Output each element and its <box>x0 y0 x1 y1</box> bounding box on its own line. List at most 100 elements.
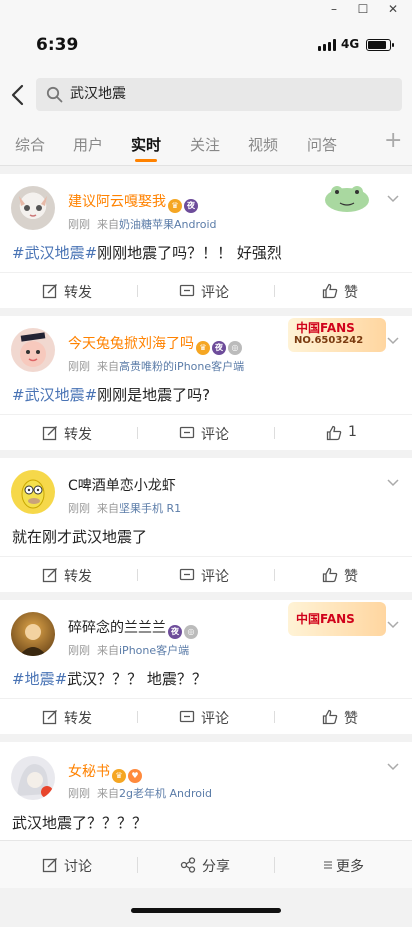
post-meta: 刚刚 来自坚果手机 R1 <box>68 502 182 515</box>
chevron-down-icon[interactable] <box>386 194 400 204</box>
active-tab-indicator <box>135 159 157 162</box>
tab-video[interactable]: 视频 <box>248 134 278 155</box>
feed-post[interactable]: 碎碎念的兰兰兰夜 ◎ 刚刚 来自iPhone客户端 中国FANS #地震#武汉？？… <box>0 600 412 734</box>
user-name[interactable]: C啤酒单恋小龙虾 <box>68 475 176 495</box>
thumbs-up-icon <box>322 709 338 725</box>
fans-title: 中国FANS <box>296 321 355 335</box>
repost-icon <box>42 710 57 725</box>
home-indicator[interactable] <box>131 908 281 913</box>
add-tab-icon[interactable]: + <box>384 128 402 153</box>
hashtag-link[interactable]: #武汉地震# <box>12 244 97 262</box>
minimize-icon[interactable]: – <box>322 0 346 18</box>
avatar[interactable] <box>11 612 55 656</box>
post-meta: 刚刚 来自高贵唯粉的iPhone客户端 <box>68 360 245 373</box>
post-text: #地震#武汉？？？ 地震？？ <box>12 670 207 688</box>
thumbs-up-icon <box>322 283 338 299</box>
divider <box>137 857 138 873</box>
post-actions: 转发 评论 1 <box>0 414 412 450</box>
tab-following[interactable]: 关注 <box>190 134 220 155</box>
vip-badge-icon: ♛ <box>168 199 182 213</box>
heart-badge-icon: ♥ <box>128 769 142 783</box>
feed-post[interactable]: 今天兔兔掀刘海了吗 ♛ 夜 ◎ 刚刚 来自高贵唯粉的iPhone客户端 中国FANS … <box>0 316 412 450</box>
divider <box>137 427 138 439</box>
search-header: 武汉地震 <box>0 70 412 120</box>
post-actions: 转发 评论 赞 <box>0 272 412 308</box>
divider <box>274 427 275 439</box>
divider <box>274 711 275 723</box>
user-name[interactable]: 建议阿云嘎娶我 ♛ 夜 <box>68 191 198 213</box>
share-icon <box>180 857 196 873</box>
search-query: 武汉地震 <box>70 86 126 102</box>
chevron-down-icon[interactable] <box>386 478 400 488</box>
signal-icon <box>318 39 336 51</box>
divider <box>274 857 275 873</box>
user-name[interactable]: 女秘书 ♛ ♥ <box>68 761 142 783</box>
medal-badge-icon: ◎ <box>184 625 198 639</box>
post-actions: 转发 评论 赞 <box>0 556 412 592</box>
hashtag-link[interactable]: #地震# <box>12 670 67 688</box>
post-actions: 转发 评论 赞 <box>0 698 412 734</box>
repost-icon <box>42 568 57 583</box>
tab-comprehensive[interactable]: 综合 <box>15 134 45 155</box>
chevron-down-icon[interactable] <box>386 620 400 630</box>
fans-card[interactable]: 中国FANS <box>288 602 386 636</box>
fans-card[interactable]: 中国FANS NO.6503242 <box>288 318 386 352</box>
feed-post[interactable]: 建议阿云嘎娶我 ♛ 夜 刚刚 来自奶油糖苹果Android #武汉地震#刚刚地震了吗… <box>0 174 412 308</box>
hashtag-link[interactable]: #武汉地震# <box>12 386 97 404</box>
night-badge-icon: 夜 <box>212 341 226 355</box>
medal-badge-icon: ◎ <box>228 341 242 355</box>
post-text: 就在刚才武汉地震了 <box>12 528 148 546</box>
night-badge-icon: 夜 <box>168 625 182 639</box>
tab-realtime[interactable]: 实时 <box>131 134 161 155</box>
divider <box>137 711 138 723</box>
search-icon <box>46 86 63 103</box>
close-icon[interactable]: ✕ <box>381 0 405 18</box>
tab-qa[interactable]: 问答 <box>307 134 337 155</box>
comment-icon <box>179 284 195 297</box>
menu-icon <box>324 861 332 869</box>
thumbs-up-icon <box>326 425 342 441</box>
post-text: #武汉地震#刚刚是地震了吗? <box>12 386 211 404</box>
user-name[interactable]: 碎碎念的兰兰兰夜 ◎ <box>68 617 198 639</box>
vip-badge-icon: ♛ <box>112 769 126 783</box>
feed-post[interactable]: C啤酒单恋小龙虾 刚刚 来自坚果手机 R1 就在刚才武汉地震了 转发 评论 赞 <box>0 458 412 592</box>
search-tabs: 综合 用户 实时 关注 视频 问答 + <box>0 120 412 166</box>
post-text: 武汉地震了？？？？ <box>12 814 148 832</box>
repost-icon <box>42 284 57 299</box>
avatar[interactable] <box>11 756 55 800</box>
comment-icon <box>179 710 195 723</box>
search-input[interactable]: 武汉地震 <box>36 78 402 111</box>
repost-icon <box>42 426 57 441</box>
window-titlebar: – ☐ ✕ <box>0 0 412 18</box>
frog-sticker-icon <box>325 186 369 212</box>
avatar[interactable] <box>11 470 55 514</box>
chevron-down-icon[interactable] <box>386 762 400 772</box>
edit-icon <box>42 858 57 873</box>
user-name[interactable]: 今天兔兔掀刘海了吗 ♛ 夜 ◎ <box>68 333 242 355</box>
back-arrow-icon[interactable] <box>8 80 28 110</box>
divider <box>274 569 275 581</box>
divider <box>274 285 275 297</box>
maximize-icon[interactable]: ☐ <box>351 0 375 18</box>
night-badge-icon: 夜 <box>184 199 198 213</box>
battery-icon <box>366 39 394 51</box>
like-count: 1 <box>348 424 357 440</box>
post-meta: 刚刚 来自iPhone客户端 <box>68 644 190 657</box>
post-meta: 刚刚 来自奶油糖苹果Android <box>68 218 217 231</box>
status-bar: 6:39 4G <box>0 18 412 70</box>
fans-number: NO.6503242 <box>294 335 364 346</box>
vip-badge-icon: ♛ <box>196 341 210 355</box>
tab-users[interactable]: 用户 <box>73 134 103 155</box>
bottom-action-bar: 讨论 分享 更多 <box>0 840 412 888</box>
thumbs-up-icon <box>322 567 338 583</box>
feed-post[interactable]: 女秘书 ♛ ♥ 刚刚 来自2g老年机 Android 武汉地震了？？？？ <box>0 742 412 840</box>
comment-icon <box>179 568 195 581</box>
divider <box>137 285 138 297</box>
post-text: #武汉地震#刚刚地震了吗？！！ 好强烈 <box>12 244 282 262</box>
status-time: 6:39 <box>36 35 79 55</box>
chevron-down-icon[interactable] <box>386 336 400 346</box>
avatar[interactable] <box>11 186 55 230</box>
avatar[interactable] <box>11 328 55 372</box>
divider <box>137 569 138 581</box>
post-meta: 刚刚 来自2g老年机 Android <box>68 787 213 800</box>
